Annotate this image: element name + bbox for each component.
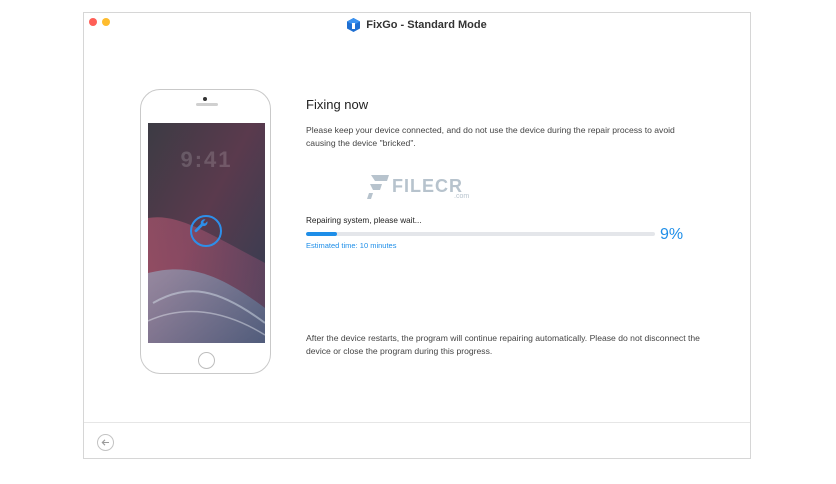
title-group: FixGo - Standard Mode: [347, 18, 487, 32]
phone-camera: [203, 97, 207, 101]
wrench-icon: [194, 219, 208, 233]
minimize-window-button[interactable]: [102, 18, 110, 26]
progress-percent: 9%: [660, 226, 684, 243]
estimated-time: Estimated time: 10 minutes: [306, 241, 397, 250]
back-button[interactable]: [97, 434, 114, 451]
fixgo-app-icon: [347, 18, 361, 32]
footer-bar: [84, 422, 750, 460]
filecr-watermark: FILECR .com: [367, 173, 469, 200]
progress-bar-fill: [306, 232, 338, 236]
phone-home-button: [198, 352, 215, 369]
filecr-logo-icon: [367, 175, 389, 199]
phone-screen: 9:41: [148, 123, 265, 343]
close-window-button[interactable]: [89, 18, 97, 26]
window-controls: [89, 18, 110, 26]
wrench-badge: [190, 215, 222, 247]
watermark-text: FILECR: [392, 176, 463, 196]
progress-label: Repairing system, please wait...: [306, 216, 422, 225]
title-bar: FixGo - Standard Mode: [84, 13, 750, 37]
app-window: FixGo - Standard Mode 9:41 Fixing now Pl…: [83, 12, 751, 459]
restart-note: After the device restarts, the program w…: [306, 333, 700, 356]
page-heading: Fixing now: [306, 97, 369, 112]
progress-bar: [306, 232, 655, 236]
back-arrow-icon: [101, 439, 109, 446]
lockscreen-clock: 9:41: [180, 147, 233, 172]
window-title: FixGo - Standard Mode: [366, 19, 487, 31]
iphone-illustration: 9:41: [140, 89, 271, 374]
instruction-text: Please keep your device connected, and d…: [306, 125, 675, 148]
phone-speaker: [196, 103, 218, 106]
watermark-suffix: .com: [454, 193, 470, 200]
